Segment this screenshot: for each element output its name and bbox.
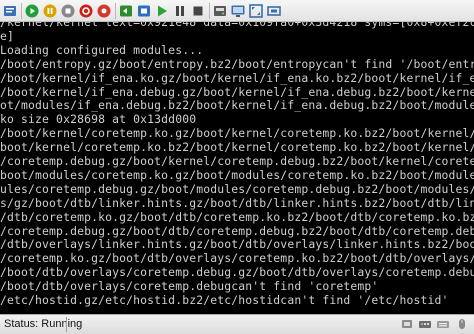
disk-icon[interactable]: [212, 3, 228, 19]
console-line: boot/modules/coretemp.ko.gz/boot/modules…: [0, 167, 474, 182]
network-icon[interactable]: [418, 317, 432, 331]
console-line: /coretemp.ko.gz/boot/dtb/overlays/corete…: [0, 251, 474, 266]
console-line: /boot/entropy.gz/boot/entropy.bz2/boot/e…: [0, 56, 474, 71]
status-separator: [66, 317, 67, 332]
console-line: /boot/dtb/overlays/coretemp.debug.gz/boo…: [0, 265, 474, 280]
monitor-icon[interactable]: [230, 3, 246, 19]
console-line: /kernel/kernel text=0x921e48 data=0x109f…: [0, 22, 474, 29]
stop-vm-icon[interactable]: [60, 3, 76, 19]
console-line: /boot/kernel/if_ena.ko.gz/boot/kernel/if…: [0, 70, 474, 85]
console-line: /dtb/overlays/linker.hints.gz/boot/dtb/o…: [0, 237, 474, 252]
console-line: e]: [0, 28, 15, 43]
console-line: /boot/dtb/overlays/coretemp.debugcan't f…: [0, 279, 379, 294]
console-line: boot/kernel/coretemp.ko.bz2/boot/kernel/…: [0, 140, 474, 155]
keyboard-icon[interactable]: [436, 317, 450, 331]
console-line: /etc/hostid.gz/etc/hostid.bz2/etc/hostid…: [0, 293, 449, 307]
console-line: ules/coretemp.debug.gz/boot/modules/core…: [0, 181, 474, 196]
pause-vm-icon[interactable]: [42, 3, 58, 19]
console-line: ot/modules/if_ena.debug.bz2/boot/kernel/…: [0, 98, 474, 113]
revert-snapshot-icon[interactable]: [118, 3, 134, 19]
vm-console-window: /kernel/kernel text=0x921e48 data=0x109f…: [0, 0, 474, 334]
fullscreen-icon[interactable]: [248, 3, 264, 19]
console-line: /boot/kernel/if_ena.debug.gz/boot/kernel…: [0, 84, 474, 99]
console-line: _: [0, 306, 8, 314]
reset-vm-icon[interactable]: [78, 3, 94, 19]
scale-icon[interactable]: [266, 3, 282, 19]
console-output[interactable]: /kernel/kernel text=0x921e48 data=0x109f…: [0, 22, 474, 314]
toolbar-separator: [209, 3, 210, 19]
console-line: /dtb/coretemp.ko.gz/boot/dtb/coretemp.ko…: [0, 209, 474, 224]
console-line: s/gz/boot/dtb/linker.hints.gz/boot/dtb/l…: [0, 195, 474, 210]
settings-icon[interactable]: [2, 3, 18, 19]
console-line: /coretemp.debug.gz/boot/kernel/coretemp.…: [0, 154, 474, 168]
pause-icon[interactable]: [172, 3, 188, 19]
snapshot-icon[interactable]: [96, 3, 112, 19]
console-line: ko size 0x28698 at 0x13dd000: [0, 112, 197, 127]
console-line: /boot/kernel/coretemp.ko.gz/boot/kernel/…: [0, 126, 474, 141]
console-line: /coretemp.debug.gz/boot/dtb/coretemp.deb…: [0, 223, 474, 238]
vm-toolbar: [0, 0, 474, 22]
toolbar-separator: [115, 3, 116, 19]
console-line: Loading configured modules...: [0, 42, 204, 57]
play-icon[interactable]: [154, 3, 170, 19]
stop-icon[interactable]: [190, 3, 206, 19]
mouse-icon[interactable]: [455, 317, 469, 331]
usb-icon[interactable]: [400, 317, 414, 331]
toolbar-separator: [21, 3, 22, 19]
status-text: Status: Running: [4, 318, 83, 330]
shared-folder-icon[interactable]: [136, 3, 152, 19]
status-bar: Status: Running: [0, 314, 474, 334]
start-vm-icon[interactable]: [24, 3, 40, 19]
